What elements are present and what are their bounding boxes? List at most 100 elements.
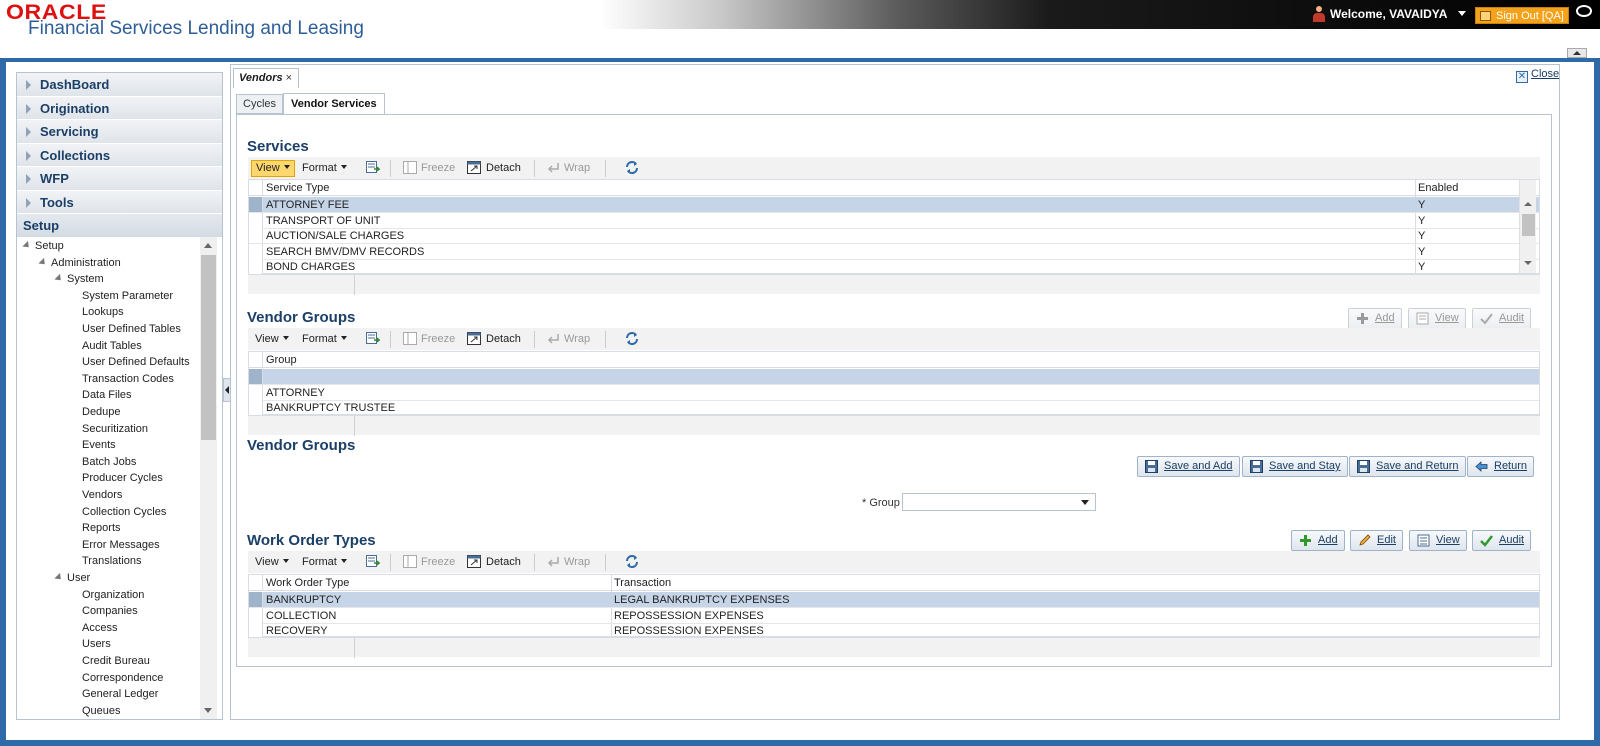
expand-triangle-icon[interactable] — [54, 274, 64, 284]
tree-scrollbar[interactable] — [200, 237, 217, 719]
table-row[interactable]: COLLECTION REPOSSESSION EXPENSES — [249, 607, 1539, 624]
services-table: Service Type Enabled ATTORNEY FEE Y TRANSP… — [248, 179, 1540, 276]
services-scrollbar[interactable] — [1519, 180, 1536, 273]
row-header[interactable] — [249, 592, 263, 607]
view-menu[interactable]: View — [251, 331, 293, 348]
nav-item-setup[interactable]: Setup — [17, 214, 222, 238]
row-header[interactable] — [249, 369, 263, 384]
close-link[interactable]: ✕ Close — [1516, 68, 1559, 83]
export-icon[interactable] — [366, 555, 380, 568]
scroll-thumb[interactable] — [1522, 214, 1535, 236]
chevron-down-icon — [340, 559, 347, 563]
group-field-label: * Group — [862, 497, 900, 509]
add-work-order-button[interactable]: Add — [1291, 530, 1345, 551]
format-menu[interactable]: Format — [298, 160, 351, 177]
column-header-transaction[interactable]: Transaction — [614, 577, 671, 589]
save-and-stay-button[interactable]: Save and Stay — [1242, 456, 1348, 477]
refresh-icon[interactable] — [625, 332, 639, 345]
export-icon[interactable] — [366, 161, 380, 174]
row-header[interactable] — [249, 384, 263, 400]
view-work-order-button[interactable]: View — [1409, 530, 1467, 551]
expand-triangle-icon[interactable] — [54, 572, 64, 583]
table-row[interactable]: ATTORNEY FEE Y — [249, 197, 1539, 213]
sign-out-button[interactable]: Sign Out [QA] — [1475, 7, 1569, 24]
export-icon[interactable] — [366, 332, 380, 345]
help-oval-icon[interactable] — [1576, 5, 1592, 17]
audit-vendor-group-button[interactable]: Audit — [1472, 308, 1532, 329]
refresh-icon[interactable] — [625, 555, 639, 568]
save-and-add-button[interactable]: Save and Add — [1137, 456, 1240, 477]
chevron-down-icon[interactable] — [1458, 11, 1466, 16]
scroll-down-icon[interactable] — [204, 708, 212, 713]
column-header-group[interactable]: Group — [266, 354, 297, 366]
check-icon — [1480, 535, 1493, 547]
scroll-thumb[interactable] — [201, 255, 216, 440]
close-tab-icon[interactable]: × — [286, 72, 292, 84]
row-header[interactable] — [249, 243, 263, 259]
expand-triangle-icon[interactable] — [38, 257, 48, 267]
row-header[interactable] — [249, 400, 263, 416]
row-header[interactable] — [249, 607, 263, 623]
nav-item-servicing[interactable]: Servicing — [17, 120, 222, 144]
freeze-button[interactable]: Freeze — [417, 160, 459, 177]
table-header: Work Order Type Transaction — [249, 575, 1539, 591]
tab-cycles[interactable]: Cycles — [236, 94, 284, 114]
freeze-button[interactable]: Freeze — [417, 331, 459, 348]
table-row[interactable] — [249, 369, 1539, 385]
freeze-button[interactable]: Freeze — [417, 554, 459, 571]
table-row[interactable]: BANKRUPTCY TRUSTEE — [249, 400, 1539, 417]
column-header-work-order-type[interactable]: Work Order Type — [266, 577, 349, 589]
tree-item-label: Administration — [51, 256, 121, 269]
column-header-service-type[interactable]: Service Type — [266, 182, 329, 194]
table-row[interactable]: ATTORNEY — [249, 384, 1539, 401]
group-select[interactable] — [902, 493, 1096, 511]
detach-button[interactable]: Detach — [482, 160, 525, 177]
nav-item-origination[interactable]: Origination — [17, 96, 222, 120]
format-menu[interactable]: Format — [298, 554, 351, 571]
view-vendor-group-button[interactable]: View — [1408, 308, 1466, 329]
view-menu[interactable]: View — [251, 554, 293, 571]
scroll-down-icon[interactable] — [1524, 261, 1532, 265]
row-header[interactable] — [249, 228, 263, 244]
table-row[interactable]: BOND CHARGES Y — [249, 259, 1539, 276]
format-menu[interactable]: Format — [298, 331, 351, 348]
column-header-enabled[interactable]: Enabled — [1418, 182, 1458, 194]
edit-work-order-button[interactable]: Edit — [1350, 530, 1403, 551]
scroll-up-icon[interactable] — [204, 243, 212, 248]
row-header[interactable] — [249, 197, 263, 212]
wrap-button[interactable]: Wrap — [560, 160, 594, 177]
table-row[interactable]: AUCTION/SALE CHARGES Y — [249, 228, 1539, 245]
tab-vendors[interactable]: Vendors × — [233, 68, 300, 88]
tab-vendor-services[interactable]: Vendor Services — [283, 93, 385, 115]
close-icon: ✕ — [1516, 71, 1528, 83]
return-button[interactable]: Return — [1467, 456, 1535, 477]
sign-out-icon — [1480, 11, 1491, 21]
nav-item-wfp[interactable]: WFP — [17, 167, 222, 191]
nav-item-tools[interactable]: Tools — [17, 190, 222, 214]
wrap-button[interactable]: Wrap — [560, 554, 594, 571]
add-vendor-group-button[interactable]: Add — [1348, 308, 1402, 329]
button-label: View — [1436, 534, 1460, 546]
table-row[interactable]: SEARCH BMV/DMV RECORDS Y — [249, 243, 1539, 260]
expand-triangle-icon[interactable] — [22, 240, 32, 251]
nav-item-label: Origination — [40, 100, 110, 116]
footer-separator — [354, 638, 355, 658]
row-header[interactable] — [249, 623, 263, 639]
page-scroll-up-button[interactable] — [1567, 48, 1587, 58]
refresh-icon[interactable] — [625, 161, 639, 174]
welcome-menu[interactable]: Welcome, VAVAIDYA — [1330, 7, 1447, 21]
nav-item-dashboard[interactable]: DashBoard — [17, 73, 222, 97]
detach-button[interactable]: Detach — [482, 331, 525, 348]
detach-button[interactable]: Detach — [482, 554, 525, 571]
view-menu[interactable]: View — [251, 160, 295, 177]
save-and-return-button[interactable]: Save and Return — [1349, 456, 1466, 477]
table-row[interactable]: BANKRUPTCY LEGAL BANKRUPTCY EXPENSES — [249, 592, 1539, 608]
row-header[interactable] — [249, 259, 263, 275]
format-menu-label: Format — [302, 333, 337, 345]
scroll-up-icon[interactable] — [1524, 202, 1532, 206]
table-row[interactable]: TRANSPORT OF UNIT Y — [249, 212, 1539, 229]
nav-item-collections[interactable]: Collections — [17, 143, 222, 167]
row-header[interactable] — [249, 212, 263, 228]
wrap-button[interactable]: Wrap — [560, 331, 594, 348]
audit-work-order-button[interactable]: Audit — [1472, 530, 1532, 551]
